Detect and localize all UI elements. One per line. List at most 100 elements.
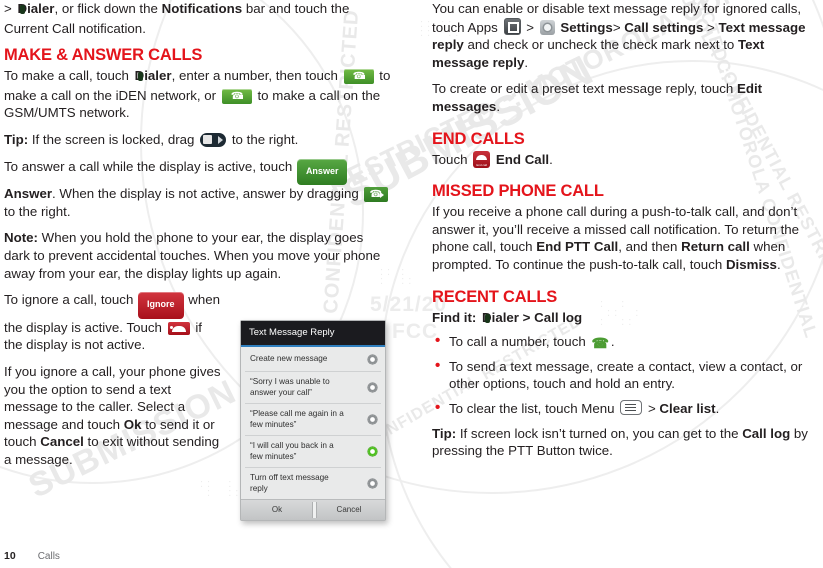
end-text-1: Touch [432,151,472,167]
bullet-3-text-1: To clear the list, touch Menu [449,400,619,416]
paragraph-end-call: Touch End call End Call. [432,150,820,169]
gsm-call-button-icon: ☎ [221,88,252,104]
paragraph-enable-reply: You can enable or disable text message r… [432,0,820,71]
apps-icon [503,17,521,35]
preset-text-2: . [496,98,501,114]
bullet-1-text-2: . [610,334,615,350]
end-text-2: . [549,151,553,167]
tip-text-1: If screen lock isn’t turned on, you can … [456,425,743,441]
decline-call-icon [167,321,190,335]
heading-end-calls: End calls [432,129,525,148]
radio-button[interactable] [368,479,377,488]
clear-list-label: Clear list [659,400,716,416]
radio-button[interactable] [368,354,377,364]
paragraph-ignore-options: If you ignore a call, your phone gives y… [4,363,226,469]
answer-text-2: . When the display is not active, answer… [52,186,363,202]
paragraph-tip-screenlock: Tip: If screen lock isn’t turned on, you… [432,425,820,460]
menu-icon [620,399,643,415]
call-log-bold-label: Call log [742,425,791,441]
paragraph-missed-call: If you receive a phone call during a pus… [432,203,820,273]
end-ptt-call-label: End PTT Call [536,239,619,255]
missed-text-4: . [776,256,781,272]
paragraph-intro: > Dialer, or flick down the Notification… [4,0,392,37]
find-it-label: Find it: [432,309,477,325]
note-text: When you hold the phone to your ear, the… [4,230,381,281]
page-footer: 10 Calls [4,550,60,562]
list-item[interactable]: “Please call me again in a few minutes” [245,404,381,436]
make-call-text-2: , enter a number, then touch [171,68,342,84]
cancel-bold-label: Cancel [40,434,84,450]
settings-gear-icon [539,19,555,35]
dismiss-label: Dismiss [725,256,777,272]
option-label: Turn off text message reply [250,473,329,493]
radio-button[interactable] [368,415,377,424]
paragraph-answer: To answer a call while the display is ac… [4,158,392,221]
option-label: “Please call me again in a few minutes” [250,409,344,429]
chapter-name: Calls [37,551,60,562]
ok-bold-label: Ok [123,416,142,432]
page-number: 10 [4,550,16,562]
dialog-ok-button[interactable]: Ok [241,505,313,514]
paragraph-note: Note: When you hold the phone to your ea… [4,229,392,282]
preset-text-1: To create or edit a preset text message … [432,81,737,97]
answer-text-3: to the right. [4,203,71,219]
dialog-title: Text Message Reply [241,321,385,347]
note-label: Note: [4,230,38,246]
list-item: To send a text message, create a contact… [432,357,820,393]
paragraph-tip-lock: Tip: If the screen is locked, drag to th… [4,131,392,149]
make-call-text-1: To make a call, touch [4,68,133,84]
drag-to-answer-icon: ☎ [364,187,389,203]
list-item[interactable]: Turn off text message reply [245,468,381,499]
list-item[interactable]: “Sorry I was unable to answer your call” [245,372,381,404]
list-item: To call a number, touch ☎. [432,332,820,352]
bullet-2-text: To send a text message, create a contact… [449,358,803,392]
dialog-option-list: Create new message “Sorry I was unable t… [241,347,385,499]
find-it-call-log: Call log [534,309,583,325]
end-call-label: End Call [495,151,550,167]
settings-label: Settings [560,19,613,35]
find-it-separator: > [518,309,535,325]
find-it-line: Find it: Dialer > Call log [432,309,820,329]
end-call-icon: End call [473,150,491,168]
call-settings-label: Call settings [624,19,704,35]
bullet-1-text-1: To call a number, touch [449,334,590,350]
text-message-reply-dialog[interactable]: Text Message Reply Create new message “S… [240,320,386,521]
list-item[interactable]: Create new message [245,347,381,372]
iden-call-button-icon: ☎ [343,69,374,85]
recent-calls-bullets: To call a number, touch ☎. To send a tex… [432,332,820,418]
dialog-cancel-button[interactable]: Cancel [313,505,385,514]
heading-recent-calls: Recent calls [432,287,558,306]
tip-lock-text-1: If the screen is locked, drag [28,131,199,147]
tip-label: Tip: [4,131,29,147]
intro-text-2: , or flick down the [54,1,162,16]
option-label: “I will call you back in a few minutes” [250,441,334,461]
intro-gt: > [4,1,12,16]
radio-button[interactable] [368,383,377,392]
ignore-button[interactable]: Ignore [138,292,184,319]
handset-icon: ☎ [591,335,609,352]
enable-text-3: . [524,54,529,70]
right-column: You can enable or disable text message r… [432,0,820,469]
option-label: “Sorry I was unable to answer your call” [250,377,330,397]
enable-gt-2: > [612,19,625,35]
enable-gt-3: > [703,19,719,35]
paragraph-ignore: To ignore a call, touch Ignore when the … [4,291,224,354]
answer-button[interactable]: Answer [296,158,348,186]
lock-slider-icon [200,132,227,147]
intro-notifications-label: Notifications [161,1,243,16]
missed-text-2: , and then [618,239,682,255]
heading-make-answer-calls: Make & answer calls [4,46,203,65]
answer-bold-label: Answer [4,186,53,202]
paragraph-preset-reply: To create or edit a preset text message … [432,80,820,115]
enable-gt-1: > [522,19,538,35]
list-item[interactable]: “I will call you back in a few minutes” [245,436,381,468]
paragraph-make-call: To make a call, touch Dialer, enter a nu… [4,67,392,122]
tip-label: Tip: [432,425,457,441]
list-item: To clear the list, touch Menu > Clear li… [432,399,820,418]
option-label: Create new message [250,353,328,363]
bullet-3-text-3: . [715,400,720,416]
answer-text-1: To answer a call while the display is ac… [4,158,296,174]
heading-missed-phone-call: Missed phone call [432,182,604,201]
dialog-footer: Ok Cancel [241,499,385,520]
radio-button-selected[interactable] [368,447,377,456]
